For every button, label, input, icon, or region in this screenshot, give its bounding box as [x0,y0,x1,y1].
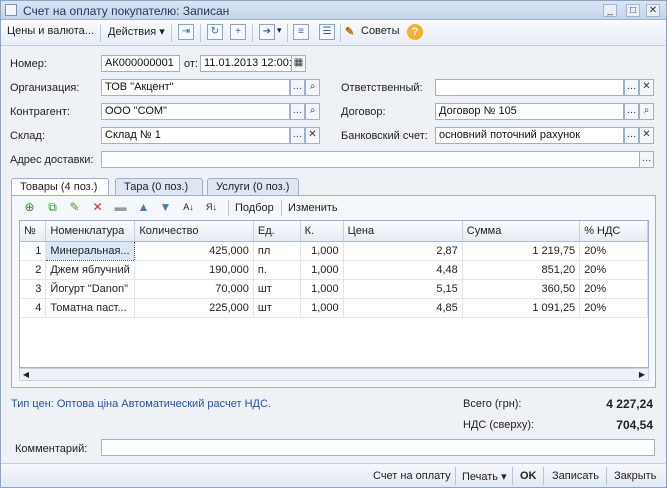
structure-icon[interactable]: ≡ [293,24,309,40]
change-button[interactable]: Изменить [288,202,338,214]
edit-icon[interactable]: ✎ [67,200,82,215]
toolbar: Цены и валюта... Действия ▾ ⇥ ↻ + ➜ ▾ ≡ … [1,20,666,46]
actions-menu-button[interactable]: Действия ▾ [108,25,165,41]
table-row[interactable]: 2 Джем яблучний 190,000 п. 1,000 4,48 85… [20,260,648,280]
close-icon[interactable]: ✕ [646,4,660,17]
column-header[interactable]: Цена [343,221,463,242]
select-icon[interactable]: … [624,103,639,120]
contractor-label: Контрагент: [10,106,70,118]
column-header[interactable]: К. [300,221,344,242]
clear-icon[interactable]: ✕ [639,127,654,144]
sort-asc-icon[interactable]: A↓ [181,200,196,215]
select-icon[interactable]: … [639,151,654,168]
add-icon[interactable]: ⊕ [22,200,37,215]
select-icon[interactable]: … [290,79,305,96]
goods-table: № Номенклатура Количество Ед. К. Цена Су… [19,220,649,368]
invoice-button[interactable]: Счет на оплату [373,470,451,482]
copy-document-icon[interactable]: + [230,24,246,40]
prices-currency-button[interactable]: Цены и валюта... [7,25,94,41]
organization-label: Организация: [10,82,80,94]
contract-label: Договор: [341,106,386,118]
post-document-icon[interactable]: ⇥ [178,24,194,40]
total-label: Всего (грн): [463,398,522,410]
date-label: от: [184,58,198,70]
select-icon[interactable]: … [290,103,305,120]
goods-panel: ⊕ ⧉ ✎ ✕ ▬ ▲ ▼ A↓ Я↓ Подбор Изменить № Но… [11,195,656,388]
column-header[interactable]: Сумма [462,221,581,242]
tab-goods[interactable]: Товары (4 поз.) [11,178,109,196]
comment-field[interactable] [101,439,655,456]
document-window: Счет на оплату покупателю: Записан _ □ ✕… [0,0,667,488]
responsible-field[interactable] [435,79,624,96]
contractor-field[interactable]: ООО "СОМ" [101,103,290,120]
clear-icon[interactable]: ✕ [639,79,654,96]
scroll-right-icon[interactable]: ▶ [636,369,648,380]
warehouse-label: Склад: [10,130,45,142]
advice-icon: ✎ [345,26,355,38]
go-to-menu-icon[interactable]: ➜ [259,24,275,40]
tab-services[interactable]: Услуги (0 поз.) [207,178,299,195]
column-header[interactable]: Количество [134,221,254,242]
movements-icon[interactable]: ☰ [319,24,335,40]
horizontal-scrollbar[interactable]: ◀ ▶ [19,368,649,381]
save-button[interactable]: Записать [552,470,599,482]
number-field[interactable]: АК000000001 [101,55,180,72]
search-icon[interactable]: ⌕ [305,103,320,120]
search-icon[interactable]: ⌕ [305,79,320,96]
help-icon[interactable]: ? [407,24,423,40]
sort-desc-icon[interactable]: Я↓ [204,200,219,215]
bottom-bar: Счет на оплату Печать ▾ OK Записать Закр… [1,463,666,487]
comment-label: Комментарий: [15,443,88,455]
bank-account-label: Банковский счет: [341,130,428,142]
clear-icon[interactable]: ✕ [305,127,320,144]
advice-button[interactable]: Советы [361,25,399,41]
minimize-icon[interactable]: _ [603,4,617,17]
bank-account-field[interactable]: основний поточний рахунок [435,127,624,144]
delete-icon[interactable]: ✕ [90,200,105,215]
title-bar: Счет на оплату покупателю: Записан _ □ ✕ [1,1,666,20]
warehouse-field[interactable]: Склад № 1 [101,127,290,144]
maximize-icon[interactable]: □ [626,4,640,17]
chevron-down-icon[interactable]: ▾ [277,25,282,41]
address-field[interactable] [101,151,640,168]
select-icon[interactable]: … [624,79,639,96]
close-button[interactable]: Закрыть [614,470,656,482]
table-row[interactable]: 4 Томатна паст... 225,000 шт 1,000 4,85 … [20,298,648,318]
print-button[interactable]: Печать ▾ [462,470,507,483]
contract-field[interactable]: Договор № 105 [435,103,624,120]
move-down-icon[interactable]: ▼ [158,200,173,215]
ok-button[interactable]: OK [520,470,537,482]
address-label: Адрес доставки: [10,154,94,166]
search-icon[interactable]: ⌕ [639,103,654,120]
refresh-icon[interactable]: ↻ [207,24,223,40]
calendar-icon[interactable]: ▦ [291,55,306,72]
select-icon[interactable]: … [290,127,305,144]
select-icon[interactable]: … [624,127,639,144]
responsible-label: Ответственный: [341,82,423,94]
document-icon [5,4,17,16]
column-header[interactable]: Номенклатура [45,221,136,242]
total-value: 4 227,24 [606,397,653,411]
copy-row-icon[interactable]: ⧉ [45,200,60,215]
select-items-button[interactable]: Подбор [235,202,274,214]
organization-field[interactable]: ТОВ "Акцент" [101,79,290,96]
scroll-left-icon[interactable]: ◀ [20,369,32,380]
window-title: Счет на оплату покупателю: Записан [23,4,230,18]
end-edit-icon[interactable]: ▬ [113,200,128,215]
price-type-link[interactable]: Тип цен: Оптова ціна Автоматический расч… [11,398,271,410]
number-label: Номер: [10,58,47,70]
column-header[interactable]: Ед. [253,221,301,242]
date-field[interactable]: 11.01.2013 12:00:00 [200,55,292,72]
table-row[interactable]: 1 Минеральная... 425,000 пл 1,000 2,87 1… [20,240,648,261]
column-header[interactable]: № [20,221,47,242]
column-header[interactable]: % НДС [579,221,648,242]
table-row[interactable]: 3 Йогурт "Danon" 70,000 шт 1,000 5,15 36… [20,279,648,299]
vat-value: 704,54 [616,418,653,432]
vat-label: НДС (сверху): [463,419,535,431]
move-up-icon[interactable]: ▲ [136,200,151,215]
grid-toolbar: ⊕ ⧉ ✎ ✕ ▬ ▲ ▼ A↓ Я↓ Подбор Изменить [12,196,655,220]
tab-containers[interactable]: Тара (0 поз.) [115,178,203,195]
